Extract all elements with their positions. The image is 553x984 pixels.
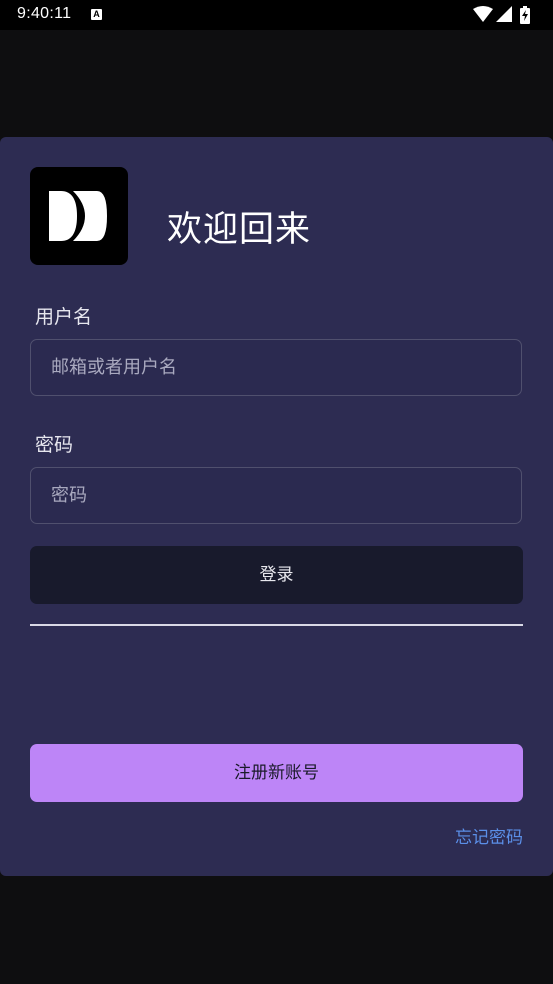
app-logo-icon — [49, 191, 107, 241]
page-title: 欢迎回来 — [167, 210, 312, 250]
password-input[interactable] — [31, 468, 521, 523]
password-label: 密码 — [35, 434, 74, 456]
divider — [30, 624, 523, 626]
login-card: 欢迎回来 用户名 密码 登录 注册新账号 忘记密码 — [0, 137, 553, 876]
wifi-icon — [473, 6, 493, 22]
signal-icon — [496, 6, 512, 22]
username-label: 用户名 — [35, 306, 93, 328]
battery-icon — [520, 6, 530, 24]
status-time: 9:40:11 — [17, 5, 72, 22]
notification-a-icon: A — [91, 9, 102, 20]
login-button[interactable]: 登录 — [30, 546, 523, 604]
app-logo — [30, 167, 128, 265]
password-field[interactable] — [30, 467, 522, 524]
register-button[interactable]: 注册新账号 — [30, 744, 523, 802]
username-field[interactable] — [30, 339, 522, 396]
forgot-password-link[interactable]: 忘记密码 — [455, 823, 523, 848]
username-input[interactable] — [31, 340, 521, 395]
status-bar: 9:40:11 A — [0, 0, 553, 30]
